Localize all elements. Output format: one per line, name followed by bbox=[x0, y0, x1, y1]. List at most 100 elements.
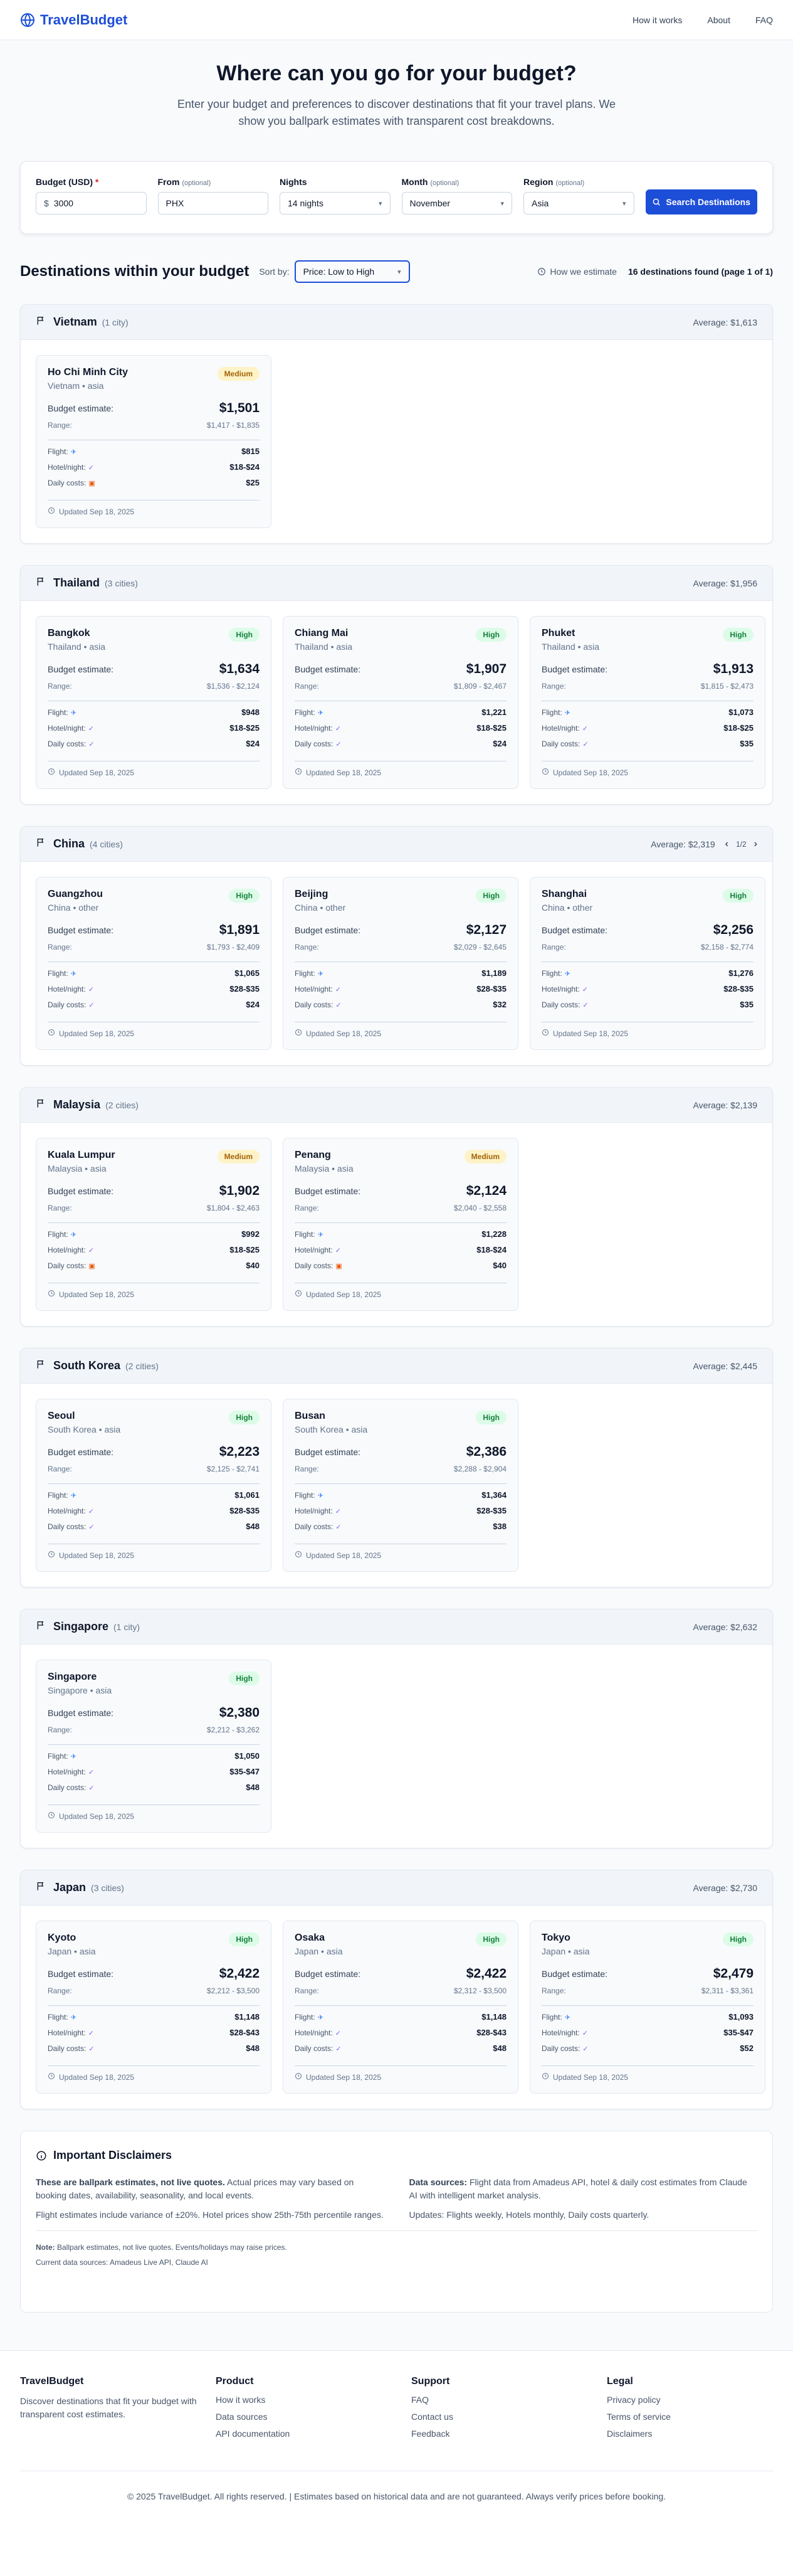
country-group: Singapore (1 city) Average: $2,632 Singa… bbox=[20, 1609, 773, 1848]
country-header[interactable]: Thailand (3 cities) Average: $1,956 bbox=[21, 566, 772, 601]
nights-select[interactable]: 14 nights ▾ bbox=[280, 192, 391, 215]
daily-label-wrap: Daily costs: ✓ bbox=[295, 739, 342, 748]
sort-select[interactable]: Price: Low to High ▾ bbox=[294, 260, 410, 283]
country-groups: Vietnam (1 city) Average: $1,613 Ho Chi … bbox=[0, 304, 793, 2109]
country-average: Average: $2,730 bbox=[693, 1882, 758, 1893]
hotel-label: Hotel/night: bbox=[295, 2028, 333, 2037]
city-subtitle: China • other bbox=[295, 903, 346, 913]
search-destinations-button[interactable]: Search Destinations bbox=[645, 189, 757, 215]
budget-row: Budget estimate: $1,501 bbox=[48, 401, 260, 416]
country-group: China (4 cities) Average: $2,319 ‹ 1/2 ›… bbox=[20, 826, 773, 1066]
month-select[interactable]: November ▾ bbox=[401, 192, 512, 215]
flight-cost: $815 bbox=[241, 447, 260, 456]
updated-text: Updated Sep 18, 2025 bbox=[553, 1029, 629, 1038]
destination-card[interactable]: Beijing China • other High Budget estima… bbox=[283, 877, 518, 1050]
card-header: Kuala Lumpur Malaysia • asia Medium bbox=[48, 1150, 260, 1174]
region-select[interactable]: Asia ▾ bbox=[523, 192, 634, 215]
country-group: South Korea (2 cities) Average: $2,445 S… bbox=[20, 1348, 773, 1587]
footer-link-data-sources[interactable]: Data sources bbox=[216, 2412, 411, 2422]
destination-card[interactable]: Tokyo Japan • asia High Budget estimate:… bbox=[530, 1921, 765, 2094]
updated-stamp: Updated Sep 18, 2025 bbox=[295, 1544, 507, 1560]
destination-card[interactable]: Phuket Thailand • asia High Budget estim… bbox=[530, 616, 765, 789]
budget-row: Budget estimate: $1,891 bbox=[48, 923, 260, 938]
country-header[interactable]: Singapore (1 city) Average: $2,632 bbox=[21, 1609, 772, 1645]
country-header[interactable]: South Korea (2 cities) Average: $2,445 bbox=[21, 1349, 772, 1384]
city-count: (2 cities) bbox=[125, 1360, 159, 1371]
city-subtitle: Singapore • asia bbox=[48, 1685, 112, 1695]
destination-card[interactable]: Shanghai China • other High Budget estim… bbox=[530, 877, 765, 1050]
country-header[interactable]: China (4 cities) Average: $2,319 ‹ 1/2 › bbox=[21, 827, 772, 862]
daily-label: Daily costs: bbox=[48, 1783, 87, 1792]
chevron-down-icon: ▾ bbox=[622, 199, 626, 208]
footer-link-terms[interactable]: Terms of service bbox=[607, 2412, 773, 2422]
city-name: Tokyo bbox=[542, 1932, 570, 1943]
sort-value: Price: Low to High bbox=[303, 267, 375, 277]
footer-link-faq[interactable]: FAQ bbox=[411, 2395, 607, 2405]
range-value: $1,793 - $2,409 bbox=[206, 943, 260, 951]
budget-field: Budget (USD) * $3000 bbox=[36, 177, 147, 215]
chevron-left-icon[interactable]: ‹ bbox=[725, 839, 728, 850]
hotel-label: Hotel/night: bbox=[295, 984, 333, 994]
destination-card[interactable]: Kuala Lumpur Malaysia • asia Medium Budg… bbox=[36, 1138, 271, 1311]
flight-label-wrap: Flight: ✈ bbox=[542, 708, 570, 717]
daily-label: Daily costs: bbox=[295, 1522, 333, 1531]
range-row: Range: $2,311 - $3,361 bbox=[542, 1986, 754, 2006]
budget-estimate-label: Budget estimate: bbox=[542, 664, 608, 674]
currency-prefix: $ bbox=[44, 198, 49, 208]
flight-label-wrap: Flight: ✈ bbox=[48, 447, 76, 456]
footer-link-disclaimers[interactable]: Disclaimers bbox=[607, 2429, 773, 2439]
destination-card[interactable]: Guangzhou China • other High Budget esti… bbox=[36, 877, 271, 1050]
footer-link-privacy[interactable]: Privacy policy bbox=[607, 2395, 773, 2405]
flight-label: Flight: bbox=[542, 708, 562, 717]
clock-icon bbox=[48, 1029, 55, 1038]
destination-card[interactable]: Busan South Korea • asia High Budget est… bbox=[283, 1399, 518, 1572]
destination-card[interactable]: Singapore Singapore • asia High Budget e… bbox=[36, 1660, 271, 1833]
clock-icon bbox=[542, 768, 549, 777]
from-label: From bbox=[157, 177, 180, 187]
confidence-badge: Medium bbox=[464, 1150, 507, 1163]
how-we-estimate-link[interactable]: How we estimate bbox=[537, 267, 617, 277]
city-name: Shanghai bbox=[542, 889, 587, 899]
nav-faq[interactable]: FAQ bbox=[755, 15, 773, 25]
confidence-badge: High bbox=[229, 628, 260, 642]
country-header[interactable]: Vietnam (1 city) Average: $1,613 bbox=[21, 305, 772, 340]
disclaimers-columns: These are ballpark estimates, not live q… bbox=[36, 2176, 757, 2222]
results-title: Destinations within your budget bbox=[20, 263, 249, 280]
footer-link-feedback[interactable]: Feedback bbox=[411, 2429, 607, 2439]
updated-text: Updated Sep 18, 2025 bbox=[306, 768, 382, 777]
destination-card[interactable]: Bangkok Thailand • asia High Budget esti… bbox=[36, 616, 271, 789]
note-label: Note: bbox=[36, 2243, 55, 2252]
destination-card[interactable]: Osaka Japan • asia High Budget estimate:… bbox=[283, 1921, 518, 2094]
confidence-badge: High bbox=[476, 1411, 507, 1424]
footer-link-contact[interactable]: Contact us bbox=[411, 2412, 607, 2422]
flight-row: Flight: ✈ $992 bbox=[48, 1229, 260, 1239]
range-label: Range: bbox=[48, 682, 72, 691]
footer-link-how-it-works[interactable]: How it works bbox=[216, 2395, 411, 2405]
optional-hint: (optional) bbox=[182, 179, 211, 187]
destination-card[interactable]: Ho Chi Minh City Vietnam • asia Medium B… bbox=[36, 355, 271, 528]
country-header[interactable]: Japan (3 cities) Average: $2,730 bbox=[21, 1870, 772, 1905]
brand-logo[interactable]: TravelBudget bbox=[20, 12, 127, 28]
destination-card[interactable]: Kyoto Japan • asia High Budget estimate:… bbox=[36, 1921, 271, 2094]
range-value: $1,417 - $1,835 bbox=[206, 421, 260, 430]
nav-how-it-works[interactable]: How it works bbox=[633, 15, 682, 25]
flight-label: Flight: bbox=[295, 2012, 315, 2022]
from-input[interactable]: PHX bbox=[157, 192, 268, 215]
check-icon: ✓ bbox=[88, 724, 94, 733]
destination-card[interactable]: Seoul South Korea • asia High Budget est… bbox=[36, 1399, 271, 1572]
site-footer: TravelBudget Discover destinations that … bbox=[0, 2350, 793, 2576]
footer-link-api-docs[interactable]: API documentation bbox=[216, 2429, 411, 2439]
range-value: $1,536 - $2,124 bbox=[206, 682, 260, 691]
chevron-right-icon[interactable]: › bbox=[754, 839, 757, 850]
updated-stamp: Updated Sep 18, 2025 bbox=[295, 761, 507, 777]
country-header[interactable]: Malaysia (2 cities) Average: $2,139 bbox=[21, 1088, 772, 1123]
check-icon: ✓ bbox=[335, 2029, 341, 2037]
budget-estimate-value: $1,634 bbox=[219, 662, 260, 676]
nav-about[interactable]: About bbox=[707, 15, 730, 25]
budget-input[interactable]: $3000 bbox=[36, 192, 147, 215]
flight-label-wrap: Flight: ✈ bbox=[295, 2013, 323, 2022]
destination-card[interactable]: Chiang Mai Thailand • asia High Budget e… bbox=[283, 616, 518, 789]
plane-icon: ✈ bbox=[70, 2013, 76, 2022]
city-count: (4 cities) bbox=[90, 839, 123, 849]
destination-card[interactable]: Penang Malaysia • asia Medium Budget est… bbox=[283, 1138, 518, 1311]
